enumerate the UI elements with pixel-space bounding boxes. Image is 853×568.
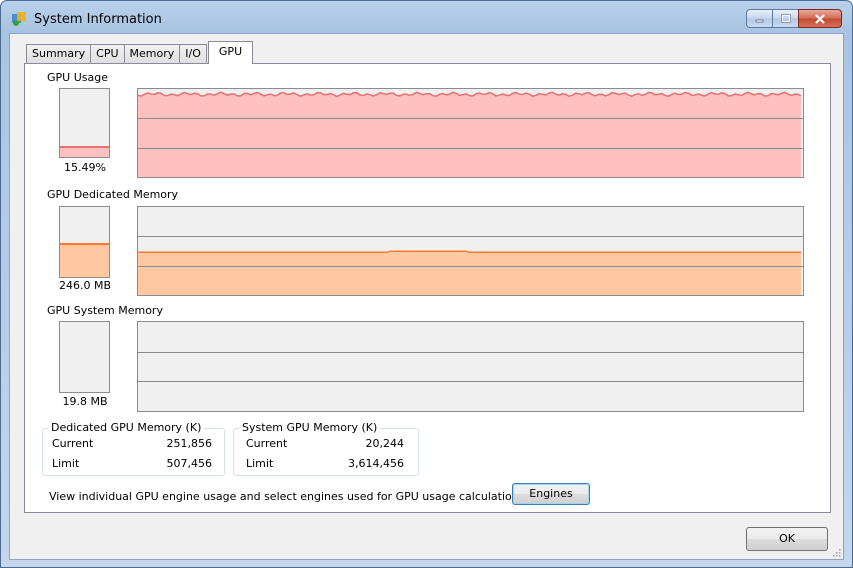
tab-memory[interactable]: Memory [123, 44, 181, 64]
maximize-icon [780, 14, 791, 23]
graph-ded-area [138, 251, 801, 295]
graph-ded-line [138, 250, 801, 254]
engines-button[interactable]: Engines [512, 483, 590, 505]
close-button[interactable] [798, 9, 842, 28]
dedicated-limit-label: Limit [52, 457, 80, 470]
tab-cpu[interactable]: CPU [90, 44, 125, 64]
gpu-usage-label: GPU Usage [47, 71, 108, 84]
gpu-usage-meter [59, 88, 110, 158]
gpu-dedicated-memory-meter-fill [60, 243, 109, 277]
graph-usage-svg [138, 91, 803, 177]
resize-grip-icon[interactable] [831, 547, 841, 557]
graph-ded-svg [138, 236, 803, 295]
gpu-system-memory-meter [59, 321, 110, 393]
minimize-icon [755, 19, 763, 22]
dedicated-current-label: Current [52, 437, 94, 450]
ok-button[interactable]: OK [746, 527, 828, 551]
maximize-button[interactable] [772, 9, 799, 28]
gpu-usage-graph [137, 88, 804, 178]
tab-strip: Summary CPU Memory I/O GPU [26, 41, 254, 64]
system-information-window: System Information Summary CPU Memory I/… [0, 0, 853, 568]
caption-buttons [746, 9, 842, 28]
gpu-system-memory-value: 19.8 MB [62, 395, 108, 408]
system-current-value: 20,244 [365, 437, 405, 450]
tab-gpu[interactable]: GPU [207, 41, 254, 64]
tab-summary[interactable]: Summary [26, 44, 92, 64]
tab-io[interactable]: I/O [179, 44, 207, 64]
gpu-dedicated-memory-value: 246.0 MB [58, 279, 112, 292]
graph-usage-line [138, 91, 802, 98]
gpu-usage-value: 15.49% [64, 161, 106, 174]
graph-sys-svg [138, 352, 803, 382]
gpu-tab-panel: GPU Usage 15.49% GPU Dedicated Memory 24… [24, 63, 831, 513]
gpu-dedicated-memory-meter [59, 206, 110, 278]
dialog-client-area: Summary CPU Memory I/O GPU GPU Usage 15.… [9, 33, 844, 560]
system-gpu-memory-group: System GPU Memory (K) Current 20,244 Lim… [233, 421, 419, 476]
system-current-label: Current [246, 437, 288, 450]
close-icon [815, 13, 825, 24]
gpu-system-memory-graph [137, 321, 804, 412]
system-limit-value: 3,614,456 [348, 457, 404, 470]
system-limit-label: Limit [246, 457, 274, 470]
system-group-title: System GPU Memory (K) [239, 421, 381, 434]
title-bar[interactable]: System Information [1, 1, 852, 35]
dedicated-current-value: 251,856 [166, 437, 213, 450]
dedicated-group-title: Dedicated GPU Memory (K) [48, 421, 205, 434]
window-title: System Information [34, 12, 162, 27]
minimize-button[interactable] [746, 9, 773, 28]
dedicated-limit-value: 507,456 [166, 457, 213, 470]
graph-usage-area [138, 92, 801, 177]
gpu-usage-meter-fill [60, 146, 109, 157]
gpu-dedicated-memory-graph [137, 206, 804, 296]
dedicated-gpu-memory-group: Dedicated GPU Memory (K) Current 251,856… [42, 421, 225, 476]
engines-description: View individual GPU engine usage and sel… [49, 490, 529, 503]
system-info-icon [12, 12, 26, 26]
gpu-system-memory-label: GPU System Memory [47, 304, 163, 317]
gpu-dedicated-memory-label: GPU Dedicated Memory [47, 188, 179, 201]
